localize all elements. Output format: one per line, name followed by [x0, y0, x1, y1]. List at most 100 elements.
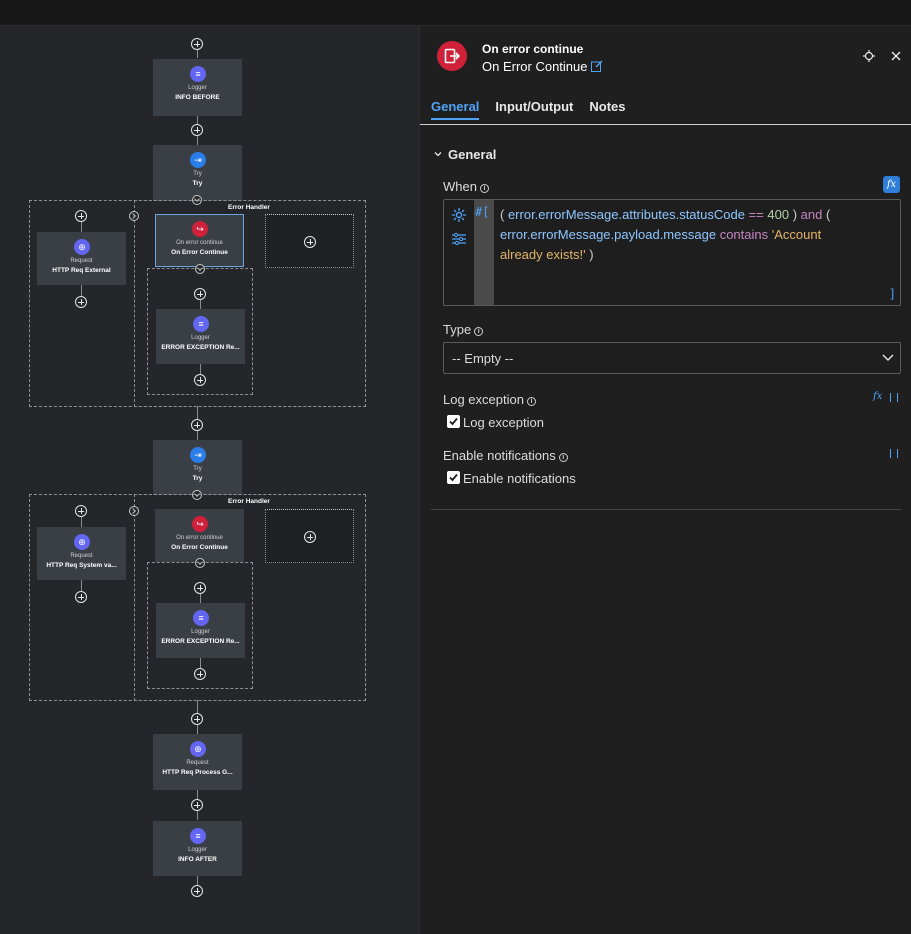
log-exception-checkbox-label[interactable]: Log exception — [463, 415, 544, 430]
flow-node-on-error-continue-1[interactable]: ↪ On error continue On Error Continue — [155, 214, 244, 267]
error-continue-icon: ↪ — [192, 221, 208, 237]
add-step-button[interactable] — [191, 799, 203, 811]
error-handler-label: Error Handler — [228, 204, 270, 211]
node-name: ERROR EXCEPTION Re... — [161, 344, 240, 351]
expand-chevron-icon[interactable] — [129, 211, 139, 221]
add-step-button[interactable] — [75, 296, 87, 308]
filter-sliders-icon[interactable] — [451, 231, 467, 247]
node-name: HTTP Req System va... — [46, 562, 117, 569]
info-icon[interactable]: i — [558, 453, 568, 462]
node-type-label: Logger — [188, 847, 207, 853]
node-type-label: On error continue — [176, 240, 223, 246]
add-step-button[interactable] — [191, 124, 203, 136]
edit-icon[interactable] — [591, 60, 603, 72]
add-step-button[interactable] — [191, 885, 203, 897]
properties-panel: On error continue On Error Continue Gene… — [419, 26, 911, 934]
type-select[interactable]: -- Empty -- — [443, 342, 901, 374]
tab-general[interactable]: General — [431, 99, 480, 120]
flow-node-logger-error-2[interactable]: ≡ Logger ERROR EXCEPTION Re... — [156, 603, 245, 658]
flow-node-logger-error-1[interactable]: ≡ Logger ERROR EXCEPTION Re... — [156, 309, 245, 364]
enable-notifications-label: Enable notifications i — [443, 448, 568, 463]
node-name: INFO AFTER — [178, 856, 217, 863]
panel-subtitle[interactable]: On Error Continue — [482, 59, 588, 74]
logger-icon: ≡ — [190, 66, 206, 82]
node-type-label: Logger — [188, 85, 207, 91]
locate-icon[interactable] — [863, 50, 875, 62]
node-type-label: Try — [193, 171, 202, 177]
empty-handler-slot[interactable] — [265, 509, 354, 563]
enable-notifications-checkbox-label[interactable]: Enable notifications — [463, 471, 576, 486]
add-step-button[interactable] — [304, 236, 316, 248]
chevron-down-icon[interactable] — [434, 150, 442, 158]
flow-node-try-1[interactable]: ⇥ Try Try — [153, 145, 242, 201]
add-step-button[interactable] — [75, 591, 87, 603]
flow-node-on-error-continue-2[interactable]: ↪ On error continue On Error Continue — [155, 509, 244, 562]
flow-node-try-2[interactable]: ⇥ Try Try — [153, 440, 242, 495]
tab-input-output[interactable]: Input/Output — [495, 99, 573, 120]
info-icon[interactable]: i — [474, 327, 484, 336]
when-expression-text[interactable]: ( error.errorMessage.attributes.statusCo… — [500, 205, 860, 265]
section-general-header[interactable]: General — [448, 147, 496, 162]
add-step-button[interactable] — [194, 582, 206, 594]
connector — [81, 285, 82, 296]
add-step-button[interactable] — [191, 419, 203, 431]
add-step-button[interactable] — [75, 210, 87, 222]
tab-notes[interactable]: Notes — [589, 99, 625, 120]
flow-node-logger-info-before[interactable]: ≡ Logger INFO BEFORE — [153, 59, 242, 116]
bars-icon[interactable] — [890, 449, 898, 458]
flow-node-request-process[interactable]: ⊕ Request HTTP Req Process G... — [153, 734, 242, 790]
info-icon[interactable]: i — [479, 184, 489, 193]
node-name: HTTP Req External — [52, 267, 111, 274]
connector — [81, 580, 82, 591]
panel-title: On error continue — [482, 42, 584, 56]
error-handler-label: Error Handler — [228, 498, 270, 505]
node-type-label: Request — [70, 258, 93, 264]
connector — [200, 658, 201, 668]
add-step-button[interactable] — [191, 38, 203, 50]
add-step-button[interactable] — [194, 374, 206, 386]
globe-icon: ⊕ — [74, 534, 90, 550]
node-type-label: Request — [70, 553, 93, 559]
connector — [81, 517, 82, 527]
flow-node-request-system[interactable]: ⊕ Request HTTP Req System va... — [37, 527, 126, 580]
enable-notifications-checkbox[interactable] — [447, 471, 460, 484]
expression-suffix: ] — [888, 287, 896, 301]
expression-prefix: #[ — [475, 205, 490, 219]
node-name: Try — [192, 475, 203, 482]
expand-chevron-icon[interactable] — [129, 506, 139, 516]
node-type-label: Logger — [191, 629, 210, 635]
when-expression-editor[interactable]: #[ ( error.errorMessage.attributes.statu… — [443, 199, 901, 306]
flow-canvas[interactable]: ≡ Logger INFO BEFORE ⇥ Try Try Error Han… — [0, 26, 419, 934]
connector — [200, 594, 201, 603]
add-step-button[interactable] — [191, 713, 203, 725]
bars-icon[interactable] — [890, 393, 898, 402]
flow-node-logger-info-after[interactable]: ≡ Logger INFO AFTER — [153, 821, 242, 876]
settings-gear-icon[interactable] — [451, 207, 467, 223]
type-select-value: -- Empty -- — [452, 351, 514, 366]
fx-toggle-button[interactable]: fx — [873, 391, 882, 402]
add-step-button[interactable] — [75, 505, 87, 517]
node-type-label: On error continue — [176, 535, 223, 541]
tab-bar: General Input/Output Notes — [431, 99, 626, 120]
logger-icon: ≡ — [190, 828, 206, 844]
add-step-button[interactable] — [194, 288, 206, 300]
flow-node-request-external[interactable]: ⊕ Request HTTP Req External — [37, 232, 126, 285]
info-icon[interactable]: i — [526, 397, 536, 406]
error-continue-icon: ↪ — [192, 516, 208, 532]
close-icon[interactable] — [890, 50, 902, 62]
fx-toggle-button[interactable]: fx — [883, 176, 900, 193]
type-label: Type i — [443, 322, 484, 337]
when-label: When i — [443, 179, 489, 194]
node-name: Try — [192, 180, 203, 187]
add-step-button[interactable] — [194, 668, 206, 680]
globe-icon: ⊕ — [190, 741, 206, 757]
log-exception-checkbox[interactable] — [447, 415, 460, 428]
log-exception-label: Log exception i — [443, 392, 536, 407]
tab-divider — [420, 124, 911, 125]
add-step-button[interactable] — [304, 531, 316, 543]
chevron-down-icon — [882, 354, 894, 361]
connector — [200, 300, 201, 309]
empty-handler-slot[interactable] — [265, 214, 354, 268]
section-divider — [431, 509, 901, 510]
top-bar — [0, 0, 911, 26]
